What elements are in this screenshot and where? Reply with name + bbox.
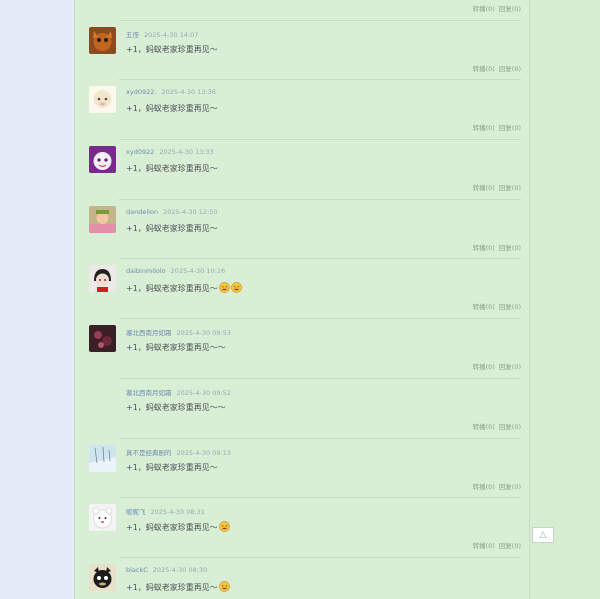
timestamp: 2025-4-30 10:26 [170,267,226,276]
avatar[interactable] [89,86,116,114]
comment-meta: 真不是经典剧的 2025-4-30 09:13 [126,447,231,457]
comment-text: +1，蚂蚁老家珍重再见～ [126,521,230,533]
timestamp: 2025-4-30 09:52 [176,388,231,397]
comment-text: +1，蚂蚁老家珍重再见～ [126,282,242,294]
back-to-top-button[interactable]: △ [532,527,554,543]
comment-item: blackC2025-4-30 08:30+1，蚂蚁老家珍重再见～转播(0)回复… [75,545,529,599]
comment-item: 塞北西南月如霜 2025-4-30 09:53 +1，蚂蚁老家珍重再见～～ 转播(0)… [75,306,529,371]
avatar[interactable] [89,265,116,293]
timestamp: 2025-4-30 09:53 [176,329,231,338]
comment-text: +1，蚂蚁老家珍重再见～ [126,103,218,114]
comment-item: dandelion 2025-4-30 12:50 +1，蚂蚁老家珍重再见～ 转播(0… [75,187,529,252]
timestamp: 2025-4-30 12:50 [163,207,218,216]
comment-body: +1，蚂蚁老家珍重再见～ [126,582,218,592]
comment-body: +1，蚂蚁老家珍重再见～ [126,462,218,472]
comment-meta: blackC 2025-4-30 08:30 [126,566,207,574]
comment-body: +1，蚂蚁老家珍重再见～～ [126,343,226,353]
comment-meta: 昵昵飞 2025-4-30 08:31 [126,506,205,516]
comment-item: xyd0922 2025-4-30 13:33 +1，蚂蚁老家珍重再见～ 转播(0) 回… [75,127,529,192]
grin-emoji-icon [218,282,230,294]
comment-text: +1，蚂蚁老家珍重再见～ [126,581,230,593]
grin-emoji-icon [218,581,230,592]
comment-text: +1，蚂蚁老家珍重再见～～ [126,342,226,353]
comment-item: 真不是经典剧的 2025-4-30 09:13 +1，蚂蚁老家珍重再见～ 转播(0) 回… [75,426,529,491]
username-link[interactable]: daibinmilolo [126,267,166,275]
comment-meta: 塞北西南月如霜 2025-4-30 09:53 [126,327,231,337]
comment-body: +1，蚂蚁老家珍重再见～ [126,523,218,533]
comment-item: xyd0922. 2025-4-30 13:36 +1，蚂蚁老家珍重再见～ 转播(0)… [75,67,529,132]
comment-item: 昵昵飞 2025-4-30 08:31 +1，蚂蚁老家珍重再见～ 转播(0) 回复(0) [75,485,529,550]
timestamp: 2025-4-30 09:13 [176,448,231,457]
comment-item: 塞北西南月如霜 2025-4-30 09:52 +1，蚂蚁老家珍重再见～～ 转播(0)… [75,366,529,431]
username-link[interactable]: xyd0922. [126,88,156,96]
timestamp: 2025-4-30 13:36 [161,88,216,97]
comment-panel: 转播(0) 回复(0) 五侄 2025-4-30 14:07 +1，蚂蚁老家珍重再见～转… [74,0,530,599]
avatar[interactable] [89,26,116,54]
avatar[interactable] [89,444,116,472]
comment-item: daibinmilolo 2025-4-30 10:26 +1，蚂蚁老家珍重再见～转… [75,246,529,311]
username-link[interactable]: dandelion [126,208,158,216]
username-link[interactable]: 塞北西南月如霜 [126,389,172,397]
comment-body: +1，蚂蚁老家珍重再见～ [126,164,218,174]
comment-text: +1，蚂蚁老家珍重再见～ [126,163,218,174]
comment-text: +1，蚂蚁老家珍重再见～ [126,223,218,234]
username-link[interactable]: 五侄 [126,31,139,39]
avatar[interactable] [89,504,116,532]
timestamp: 2025-4-30 08:31 [150,508,205,517]
username-link[interactable]: 塞北西南月如霜 [126,329,172,337]
avatar[interactable] [89,205,116,233]
username-link[interactable]: 昵昵飞 [126,508,146,516]
comment-body: +1，蚂蚁老家珍重再见～ [126,44,218,54]
avatar[interactable] [89,146,116,174]
avatar[interactable] [89,563,116,591]
comment-body: +1，蚂蚁老家珍重再见～ [126,223,218,233]
comment-meta: dandelion 2025-4-30 12:50 [126,208,218,216]
timestamp: 2025-4-30 08:30 [152,565,208,574]
comment-body: +1，蚂蚁老家珍重再见～ [126,104,218,114]
comment-item: 五侄 2025-4-30 14:07 +1，蚂蚁老家珍重再见～ 转播(0) 回复(0) [75,8,529,73]
comment-meta: 塞北西南月如霜 2025-4-30 09:52 [126,387,231,397]
comment-body: +1，蚂蚁老家珍重再见～ [126,284,218,294]
comment-meta: xyd0922 2025-4-30 13:33 [126,148,214,156]
avatar[interactable] [89,325,116,353]
username-link[interactable]: xyd0922 [126,148,154,156]
right-margin [530,0,600,599]
comment-feed: 转播(0) 回复(0) 五侄 2025-4-30 14:07 +1，蚂蚁老家珍重再见～转… [75,0,529,599]
comment-text: +1，蚂蚁老家珍重再见～ [126,462,218,473]
comment-text: +1，蚂蚁老家珍重再见～ [126,44,218,55]
timestamp: 2025-4-30 14:07 [144,30,199,39]
comment-meta: xyd0922. 2025-4-30 13:36 [126,88,216,96]
comment-body: +1，蚂蚁老家珍重再见～～ [126,402,226,412]
username-link[interactable]: blackC [126,566,148,574]
grin-emoji-icon [230,282,242,294]
comment-meta: 五侄 2025-4-30 14:07 [126,29,198,39]
username-link[interactable]: 真不是经典剧的 [126,449,172,457]
comment-item: 转播(0) 回复(0) [75,0,529,13]
comment-text: +1，蚂蚁老家珍重再见～～ [126,402,226,413]
comment-meta: daibinmilolo 2025-4-30 10:26 [126,267,225,275]
timestamp: 2025-4-30 13:33 [159,148,214,157]
grin-emoji-icon [218,521,230,533]
